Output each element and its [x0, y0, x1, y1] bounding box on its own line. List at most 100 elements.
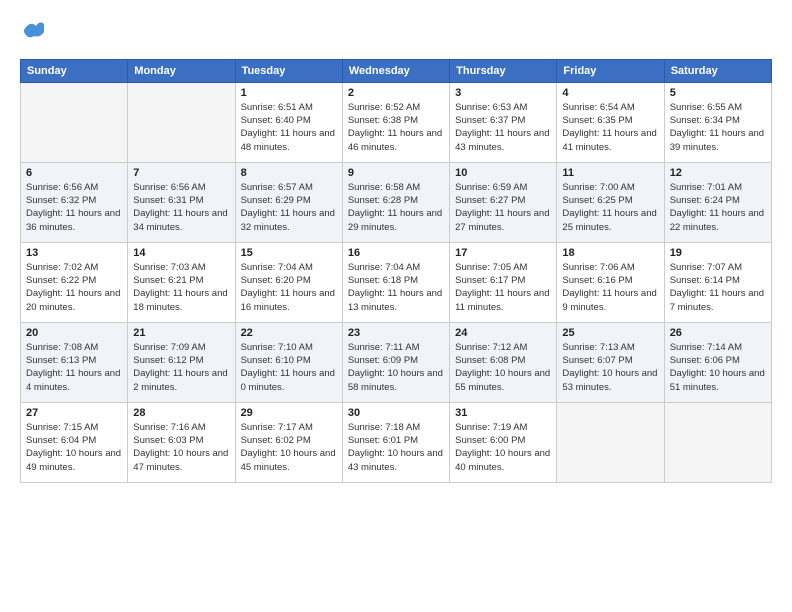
column-header-wednesday: Wednesday — [342, 59, 449, 82]
day-number: 11 — [562, 167, 658, 179]
day-number: 9 — [348, 167, 444, 179]
day-number: 24 — [455, 327, 551, 339]
day-number: 28 — [133, 407, 229, 419]
column-header-thursday: Thursday — [450, 59, 557, 82]
logo-text — [20, 20, 46, 49]
day-detail: Sunrise: 7:15 AMSunset: 6:04 PMDaylight:… — [26, 421, 122, 474]
day-detail: Sunrise: 6:56 AMSunset: 6:31 PMDaylight:… — [133, 181, 229, 234]
day-detail: Sunrise: 7:07 AMSunset: 6:14 PMDaylight:… — [670, 261, 766, 314]
day-number: 29 — [241, 407, 337, 419]
calendar-cell — [128, 82, 235, 162]
calendar-week-4: 20 Sunrise: 7:08 AMSunset: 6:13 PMDaylig… — [21, 322, 772, 402]
day-detail: Sunrise: 7:18 AMSunset: 6:01 PMDaylight:… — [348, 421, 444, 474]
day-detail: Sunrise: 7:03 AMSunset: 6:21 PMDaylight:… — [133, 261, 229, 314]
day-number: 16 — [348, 247, 444, 259]
calendar-week-1: 1 Sunrise: 6:51 AMSunset: 6:40 PMDayligh… — [21, 82, 772, 162]
calendar-cell: 5 Sunrise: 6:55 AMSunset: 6:34 PMDayligh… — [664, 82, 771, 162]
calendar-cell: 31 Sunrise: 7:19 AMSunset: 6:00 PMDaylig… — [450, 402, 557, 482]
day-detail: Sunrise: 6:54 AMSunset: 6:35 PMDaylight:… — [562, 101, 658, 154]
calendar-week-2: 6 Sunrise: 6:56 AMSunset: 6:32 PMDayligh… — [21, 162, 772, 242]
day-number: 13 — [26, 247, 122, 259]
logo — [20, 20, 46, 49]
day-number: 2 — [348, 87, 444, 99]
column-header-tuesday: Tuesday — [235, 59, 342, 82]
day-number: 12 — [670, 167, 766, 179]
day-detail: Sunrise: 6:56 AMSunset: 6:32 PMDaylight:… — [26, 181, 122, 234]
calendar-cell: 26 Sunrise: 7:14 AMSunset: 6:06 PMDaylig… — [664, 322, 771, 402]
column-header-sunday: Sunday — [21, 59, 128, 82]
calendar-cell: 18 Sunrise: 7:06 AMSunset: 6:16 PMDaylig… — [557, 242, 664, 322]
day-detail: Sunrise: 7:04 AMSunset: 6:18 PMDaylight:… — [348, 261, 444, 314]
day-detail: Sunrise: 7:13 AMSunset: 6:07 PMDaylight:… — [562, 341, 658, 394]
day-number: 27 — [26, 407, 122, 419]
calendar-cell: 22 Sunrise: 7:10 AMSunset: 6:10 PMDaylig… — [235, 322, 342, 402]
day-detail: Sunrise: 7:06 AMSunset: 6:16 PMDaylight:… — [562, 261, 658, 314]
calendar-cell: 15 Sunrise: 7:04 AMSunset: 6:20 PMDaylig… — [235, 242, 342, 322]
calendar-cell: 10 Sunrise: 6:59 AMSunset: 6:27 PMDaylig… — [450, 162, 557, 242]
day-number: 4 — [562, 87, 658, 99]
day-number: 25 — [562, 327, 658, 339]
calendar-header-row: SundayMondayTuesdayWednesdayThursdayFrid… — [21, 59, 772, 82]
calendar-cell — [664, 402, 771, 482]
day-number: 23 — [348, 327, 444, 339]
day-detail: Sunrise: 7:16 AMSunset: 6:03 PMDaylight:… — [133, 421, 229, 474]
day-detail: Sunrise: 7:00 AMSunset: 6:25 PMDaylight:… — [562, 181, 658, 234]
calendar-cell — [557, 402, 664, 482]
column-header-friday: Friday — [557, 59, 664, 82]
calendar-cell: 16 Sunrise: 7:04 AMSunset: 6:18 PMDaylig… — [342, 242, 449, 322]
day-number: 15 — [241, 247, 337, 259]
column-header-monday: Monday — [128, 59, 235, 82]
day-number: 14 — [133, 247, 229, 259]
calendar-cell: 25 Sunrise: 7:13 AMSunset: 6:07 PMDaylig… — [557, 322, 664, 402]
calendar-week-5: 27 Sunrise: 7:15 AMSunset: 6:04 PMDaylig… — [21, 402, 772, 482]
day-number: 30 — [348, 407, 444, 419]
calendar-cell: 14 Sunrise: 7:03 AMSunset: 6:21 PMDaylig… — [128, 242, 235, 322]
day-detail: Sunrise: 7:04 AMSunset: 6:20 PMDaylight:… — [241, 261, 337, 314]
calendar-cell: 20 Sunrise: 7:08 AMSunset: 6:13 PMDaylig… — [21, 322, 128, 402]
day-detail: Sunrise: 7:10 AMSunset: 6:10 PMDaylight:… — [241, 341, 337, 394]
day-number: 8 — [241, 167, 337, 179]
day-number: 1 — [241, 87, 337, 99]
calendar-cell: 28 Sunrise: 7:16 AMSunset: 6:03 PMDaylig… — [128, 402, 235, 482]
calendar-week-3: 13 Sunrise: 7:02 AMSunset: 6:22 PMDaylig… — [21, 242, 772, 322]
day-detail: Sunrise: 6:51 AMSunset: 6:40 PMDaylight:… — [241, 101, 337, 154]
day-detail: Sunrise: 7:14 AMSunset: 6:06 PMDaylight:… — [670, 341, 766, 394]
calendar-table: SundayMondayTuesdayWednesdayThursdayFrid… — [20, 59, 772, 483]
calendar-cell: 23 Sunrise: 7:11 AMSunset: 6:09 PMDaylig… — [342, 322, 449, 402]
day-detail: Sunrise: 7:01 AMSunset: 6:24 PMDaylight:… — [670, 181, 766, 234]
calendar-cell: 29 Sunrise: 7:17 AMSunset: 6:02 PMDaylig… — [235, 402, 342, 482]
calendar-cell: 17 Sunrise: 7:05 AMSunset: 6:17 PMDaylig… — [450, 242, 557, 322]
day-detail: Sunrise: 6:53 AMSunset: 6:37 PMDaylight:… — [455, 101, 551, 154]
day-detail: Sunrise: 7:09 AMSunset: 6:12 PMDaylight:… — [133, 341, 229, 394]
day-detail: Sunrise: 6:58 AMSunset: 6:28 PMDaylight:… — [348, 181, 444, 234]
day-detail: Sunrise: 7:12 AMSunset: 6:08 PMDaylight:… — [455, 341, 551, 394]
day-number: 5 — [670, 87, 766, 99]
day-detail: Sunrise: 6:57 AMSunset: 6:29 PMDaylight:… — [241, 181, 337, 234]
calendar-cell: 13 Sunrise: 7:02 AMSunset: 6:22 PMDaylig… — [21, 242, 128, 322]
day-number: 7 — [133, 167, 229, 179]
day-detail: Sunrise: 7:02 AMSunset: 6:22 PMDaylight:… — [26, 261, 122, 314]
calendar-cell: 4 Sunrise: 6:54 AMSunset: 6:35 PMDayligh… — [557, 82, 664, 162]
day-detail: Sunrise: 7:08 AMSunset: 6:13 PMDaylight:… — [26, 341, 122, 394]
day-detail: Sunrise: 6:55 AMSunset: 6:34 PMDaylight:… — [670, 101, 766, 154]
calendar-cell: 6 Sunrise: 6:56 AMSunset: 6:32 PMDayligh… — [21, 162, 128, 242]
logo-icon — [22, 18, 46, 42]
calendar-cell: 12 Sunrise: 7:01 AMSunset: 6:24 PMDaylig… — [664, 162, 771, 242]
day-detail: Sunrise: 7:05 AMSunset: 6:17 PMDaylight:… — [455, 261, 551, 314]
calendar-cell: 9 Sunrise: 6:58 AMSunset: 6:28 PMDayligh… — [342, 162, 449, 242]
day-number: 3 — [455, 87, 551, 99]
day-detail: Sunrise: 6:59 AMSunset: 6:27 PMDaylight:… — [455, 181, 551, 234]
calendar-cell: 24 Sunrise: 7:12 AMSunset: 6:08 PMDaylig… — [450, 322, 557, 402]
calendar-cell: 21 Sunrise: 7:09 AMSunset: 6:12 PMDaylig… — [128, 322, 235, 402]
day-number: 31 — [455, 407, 551, 419]
calendar-cell: 11 Sunrise: 7:00 AMSunset: 6:25 PMDaylig… — [557, 162, 664, 242]
calendar-cell: 19 Sunrise: 7:07 AMSunset: 6:14 PMDaylig… — [664, 242, 771, 322]
day-detail: Sunrise: 7:17 AMSunset: 6:02 PMDaylight:… — [241, 421, 337, 474]
day-detail: Sunrise: 7:11 AMSunset: 6:09 PMDaylight:… — [348, 341, 444, 394]
page-header — [20, 20, 772, 49]
day-number: 17 — [455, 247, 551, 259]
day-number: 6 — [26, 167, 122, 179]
day-number: 18 — [562, 247, 658, 259]
calendar-cell: 2 Sunrise: 6:52 AMSunset: 6:38 PMDayligh… — [342, 82, 449, 162]
calendar-cell: 8 Sunrise: 6:57 AMSunset: 6:29 PMDayligh… — [235, 162, 342, 242]
